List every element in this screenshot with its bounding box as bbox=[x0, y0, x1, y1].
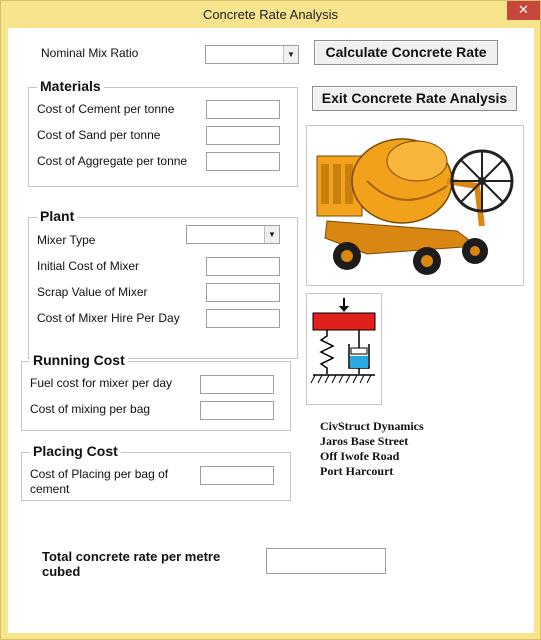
mixing-cost-label: Cost of mixing per bag bbox=[30, 402, 151, 416]
logo-drawing bbox=[310, 298, 376, 384]
materials-title: Materials bbox=[37, 78, 104, 94]
hire-cost-label: Cost of Mixer Hire Per Day bbox=[37, 311, 180, 325]
placing-cost-title: Placing Cost bbox=[30, 443, 121, 459]
total-rate-label-line2: cubed bbox=[42, 564, 81, 579]
nominal-mix-label: Nominal Mix Ratio bbox=[41, 46, 139, 60]
mixing-cost-field[interactable] bbox=[200, 401, 274, 420]
concrete-mixer-icon bbox=[306, 125, 524, 286]
address-line-2: Off Iwofe Road bbox=[320, 449, 400, 463]
calculate-button[interactable]: Calculate Concrete Rate bbox=[314, 40, 498, 65]
concrete-mixer-drawing bbox=[307, 126, 523, 285]
plant-title: Plant bbox=[37, 208, 78, 224]
mixer-type-combo[interactable]: ▼ bbox=[186, 225, 280, 244]
fuel-cost-field[interactable] bbox=[200, 375, 274, 394]
nominal-mix-combo[interactable]: ▼ bbox=[205, 45, 299, 64]
window-title: Concrete Rate Analysis bbox=[202, 7, 339, 22]
aggregate-cost-field[interactable] bbox=[206, 152, 280, 171]
cement-label: Cost of Cement per tonne bbox=[37, 102, 175, 116]
placing-cost-field[interactable] bbox=[200, 466, 274, 485]
title-bar[interactable]: Concrete Rate Analysis ✕ bbox=[1, 1, 540, 28]
chevron-down-icon[interactable]: ▼ bbox=[283, 46, 298, 63]
total-rate-field bbox=[266, 548, 386, 574]
running-cost-title: Running Cost bbox=[30, 352, 128, 368]
spring-damper-logo-icon bbox=[306, 293, 382, 405]
address-line-3: Port Harcourt bbox=[320, 464, 394, 478]
address-line-1: Jaros Base Street bbox=[320, 434, 409, 448]
sand-label: Cost of Sand per tonne bbox=[37, 128, 161, 142]
sand-cost-field[interactable] bbox=[206, 126, 280, 145]
exit-button[interactable]: Exit Concrete Rate Analysis bbox=[312, 86, 517, 111]
initial-cost-label: Initial Cost of Mixer bbox=[37, 259, 140, 273]
form-client-area: Nominal Mix Ratio ▼ Calculate Concrete R… bbox=[8, 28, 534, 633]
initial-cost-field[interactable] bbox=[206, 257, 280, 276]
chevron-down-icon[interactable]: ▼ bbox=[264, 226, 279, 243]
scrap-value-label: Scrap Value of Mixer bbox=[37, 285, 148, 299]
cement-cost-field[interactable] bbox=[206, 100, 280, 119]
close-button[interactable]: ✕ bbox=[507, 1, 540, 20]
scrap-value-field[interactable] bbox=[206, 283, 280, 302]
hire-cost-field[interactable] bbox=[206, 309, 280, 328]
running-cost-frame: Running Cost bbox=[21, 352, 291, 431]
company-name: CivStruct Dynamics bbox=[320, 419, 424, 433]
app-window: Concrete Rate Analysis ✕ Nominal Mix Rat… bbox=[0, 0, 541, 640]
fuel-cost-label: Fuel cost for mixer per day bbox=[30, 376, 173, 390]
placing-cost-label-line1: Cost of Placing per bag of bbox=[30, 467, 169, 481]
mixer-type-label: Mixer Type bbox=[37, 233, 96, 247]
aggregate-label: Cost of Aggregate per tonne bbox=[37, 154, 188, 168]
placing-cost-label-line2: cement bbox=[30, 482, 70, 496]
total-rate-label-line1: Total concrete rate per metre bbox=[42, 549, 221, 564]
